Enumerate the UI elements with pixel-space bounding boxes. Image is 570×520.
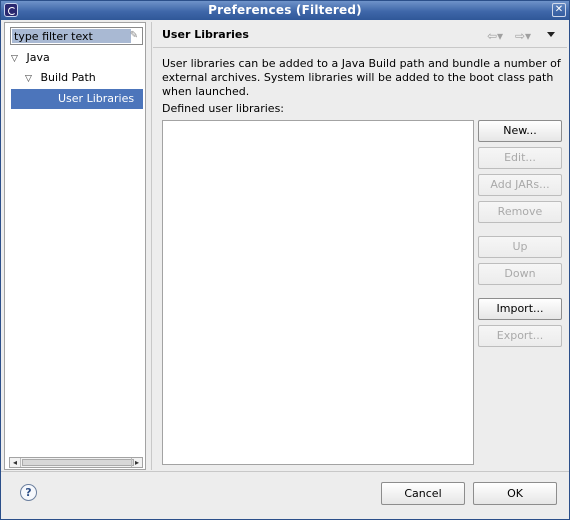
- window-title: Preferences (Filtered): [208, 3, 362, 17]
- defined-libraries-label: Defined user libraries:: [162, 102, 285, 115]
- user-libraries-list[interactable]: [162, 120, 474, 465]
- title-separator: [153, 47, 567, 48]
- preference-tree-pane: ✎ ▽ Java ▽ Build Path User Libraries ◂ ▸: [4, 22, 146, 470]
- expand-triangle-icon[interactable]: ▽: [11, 49, 23, 69]
- tree-item-java[interactable]: ▽ Java: [11, 48, 50, 68]
- title-bar: Preferences (Filtered) ✕: [1, 1, 569, 20]
- add-jars-button[interactable]: Add JARs...: [478, 174, 562, 196]
- filter-box: ✎: [10, 27, 143, 45]
- export-button[interactable]: Export...: [478, 325, 562, 347]
- edit-button[interactable]: Edit...: [478, 147, 562, 169]
- tree-item-label: Java: [26, 51, 50, 64]
- help-icon[interactable]: ?: [20, 484, 37, 501]
- tree-item-user-libraries[interactable]: User Libraries: [11, 89, 143, 109]
- tree-item-label: Build Path: [40, 71, 96, 84]
- tree-horizontal-scrollbar[interactable]: ◂ ▸: [9, 457, 143, 468]
- footer-separator: [1, 471, 569, 472]
- preferences-window: Preferences (Filtered) ✕ ✎ ▽ Java ▽ Buil…: [0, 0, 570, 520]
- forward-arrow-icon[interactable]: ⇨▾: [515, 29, 531, 43]
- page-description: User libraries can be added to a Java Bu…: [162, 57, 561, 98]
- new-button[interactable]: New...: [478, 120, 562, 142]
- cancel-button[interactable]: Cancel: [381, 482, 465, 505]
- down-button[interactable]: Down: [478, 263, 562, 285]
- scroll-thumb[interactable]: [22, 459, 134, 466]
- view-menu-icon[interactable]: [547, 32, 555, 37]
- expand-triangle-icon[interactable]: ▽: [25, 69, 37, 89]
- filter-input[interactable]: [12, 29, 131, 43]
- up-button[interactable]: Up: [478, 236, 562, 258]
- scroll-right-icon[interactable]: ▸: [131, 458, 142, 467]
- scroll-left-icon[interactable]: ◂: [10, 458, 21, 467]
- import-button[interactable]: Import...: [478, 298, 562, 320]
- close-icon[interactable]: ✕: [552, 3, 566, 17]
- pane-divider[interactable]: [151, 22, 152, 470]
- remove-button[interactable]: Remove: [478, 201, 562, 223]
- page-title: User Libraries: [162, 28, 249, 41]
- back-arrow-icon[interactable]: ⇦▾: [487, 29, 503, 43]
- tree-item-build-path[interactable]: ▽ Build Path: [25, 68, 96, 88]
- ok-button[interactable]: OK: [473, 482, 557, 505]
- clear-filter-icon[interactable]: ✎: [128, 30, 140, 42]
